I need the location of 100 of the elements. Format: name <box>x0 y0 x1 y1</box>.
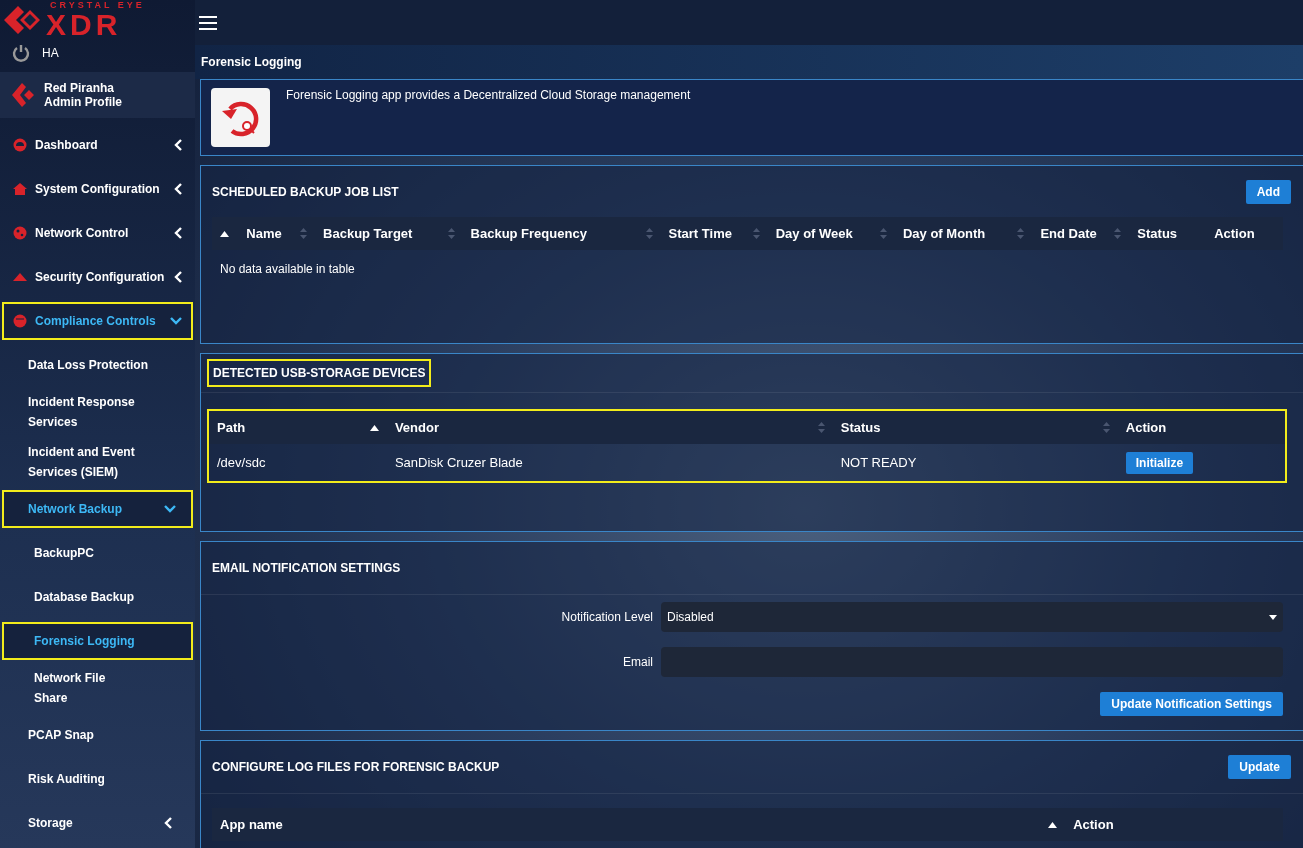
column-header-cell[interactable]: App name <box>212 808 1066 841</box>
table-cell: /dev/sdc <box>209 444 387 481</box>
field-label: Notification Level <box>560 610 653 624</box>
column-header-cell[interactable]: Day of Month <box>894 217 1033 250</box>
sidebar-item[interactable]: Compliance Controls <box>2 302 193 340</box>
profile-role: Admin Profile <box>44 95 122 109</box>
panel-title: SCHEDULED BACKUP JOB LIST <box>212 184 399 199</box>
column-header-cell[interactable]: End Date <box>1032 217 1130 250</box>
logo-tagline: CRYSTAL EYE <box>50 0 145 10</box>
profile-name: Red Piranha <box>44 81 116 95</box>
column-header: Backup Frequency <box>470 226 587 241</box>
sidebar-item[interactable]: Network File Share <box>2 666 193 710</box>
column-header: End Date <box>1040 226 1097 241</box>
sidebar-item-label: Incident Response Services <box>28 394 136 431</box>
sidebar-item-label: Risk Auditing <box>28 771 106 788</box>
ha-label[interactable]: HA <box>42 46 59 60</box>
app-description: Forensic Logging app provides a Decentralized Cloud Storage management <box>286 88 691 104</box>
sidebar-item[interactable]: Data Loss Protection <box>2 346 193 384</box>
sort-icon <box>1017 228 1025 239</box>
column-header: Start Time <box>668 226 732 241</box>
column-header: Status <box>1137 226 1178 241</box>
sidebar-item-label: Storage <box>28 815 74 832</box>
table-cell: NOT READY <box>832 444 1118 481</box>
panel-title: CONFIGURE LOG FILES FOR FORENSIC BACKUP <box>212 760 500 774</box>
column-header-cell[interactable]: Start Time <box>660 217 768 250</box>
column-header-cell[interactable]: Status <box>832 411 1118 444</box>
column-header: Action <box>1073 817 1114 832</box>
sidebar-item[interactable]: Incident and Event Services (SIEM) <box>2 440 193 484</box>
chevron-left-icon <box>164 817 172 829</box>
sidebar-item[interactable]: Incident Response Services <box>2 390 193 434</box>
chevron-down-icon <box>164 505 176 513</box>
sort-icon <box>1114 228 1122 239</box>
page-title: Forensic Logging <box>201 55 302 69</box>
sidebar-item[interactable]: Risk Auditing <box>2 760 193 798</box>
sidebar-item-label: Database Backup <box>34 589 135 606</box>
sidebar-item[interactable]: Forensic Logging <box>2 622 193 660</box>
logo-text: XDR <box>46 9 122 40</box>
chevron-left-icon <box>174 139 182 151</box>
chevron-left-icon <box>174 227 182 239</box>
sidebar-item[interactable]: PCAP Snap <box>2 716 193 754</box>
column-header-cell[interactable]: Action <box>1206 217 1283 250</box>
column-header: App name <box>220 817 283 832</box>
sidebar-item-label: Data Loss Protection <box>28 357 150 374</box>
input-field[interactable] <box>661 647 1283 677</box>
column-header-cell[interactable]: Day of Week <box>767 217 895 250</box>
sort-icon <box>752 228 760 239</box>
update-notification-settings-button[interactable]: Update Notification Settings <box>1100 692 1283 716</box>
caret-down-icon <box>1269 614 1277 620</box>
sidebar-item[interactable]: Network Control <box>2 214 193 252</box>
menu-button[interactable] <box>197 13 219 32</box>
sidebar-item[interactable]: Storage <box>2 804 193 842</box>
column-header-cell[interactable]: Backup Frequency <box>462 217 661 250</box>
empty-table-message: No data available in table <box>219 261 356 278</box>
triangle-icon <box>13 273 27 281</box>
sidebar-item-label: Network File Share <box>34 670 107 707</box>
sidebar-item-label: Incident and Event Services (SIEM) <box>28 444 136 481</box>
add-button[interactable]: Add <box>1245 179 1291 204</box>
sidebar-item[interactable]: Dashboard <box>2 126 193 164</box>
column-header-cell[interactable]: Action <box>1065 808 1283 841</box>
column-header-cell[interactable]: Vendor <box>386 411 833 444</box>
sidebar-item[interactable]: BackupPC <box>2 534 193 572</box>
column-header-cell[interactable]: Name <box>238 217 316 250</box>
update-button[interactable]: Update <box>1228 755 1291 779</box>
sort-ascending-icon <box>220 230 229 237</box>
chevron-down-icon <box>170 317 182 325</box>
sidebar-item-label: Forensic Logging <box>34 633 135 650</box>
column-header-cell[interactable]: Status <box>1129 217 1207 250</box>
column-header-cell[interactable]: Path <box>209 411 387 444</box>
power-icon <box>12 44 30 62</box>
column-header-cell[interactable]: Action <box>1117 411 1285 444</box>
column-header: Action <box>1214 226 1255 241</box>
column-header: Action <box>1125 420 1167 435</box>
sort-ascending-icon <box>1048 821 1058 828</box>
column-header-cell[interactable] <box>212 217 239 250</box>
column-header: Name <box>246 226 282 241</box>
panel-title: EMAIL NOTIFICATION SETTINGS <box>212 561 401 575</box>
globe-icon <box>13 226 27 240</box>
select-field[interactable]: Disabled <box>661 602 1283 632</box>
sort-icon <box>879 228 887 239</box>
sidebar-item-label: Security Configuration <box>35 270 166 284</box>
column-header-cell[interactable]: Backup Target <box>315 217 463 250</box>
table-cell: SanDisk Cruzer Blade <box>386 444 833 481</box>
column-header: Path <box>217 420 246 435</box>
sidebar-item[interactable]: Network Backup <box>2 490 193 528</box>
column-header: Day of Month <box>902 226 986 241</box>
sidebar-item-label: Network Backup <box>28 501 124 518</box>
sidebar-item[interactable]: Security Configuration <box>2 258 193 296</box>
chevron-left-icon <box>174 183 182 195</box>
sort-icon <box>1102 422 1110 433</box>
chevron-left-icon <box>174 271 182 283</box>
house-icon <box>13 183 27 195</box>
sort-icon <box>645 228 653 239</box>
column-header: Backup Target <box>323 226 413 241</box>
sidebar-item[interactable]: System Configuration <box>2 170 193 208</box>
initialize-button[interactable]: Initialize <box>1125 451 1194 474</box>
sort-icon <box>817 422 825 433</box>
logo-icon <box>12 82 34 108</box>
sidebar-item[interactable]: Database Backup <box>2 578 193 616</box>
column-header: Day of Week <box>775 226 853 241</box>
sort-ascending-icon <box>369 424 379 431</box>
